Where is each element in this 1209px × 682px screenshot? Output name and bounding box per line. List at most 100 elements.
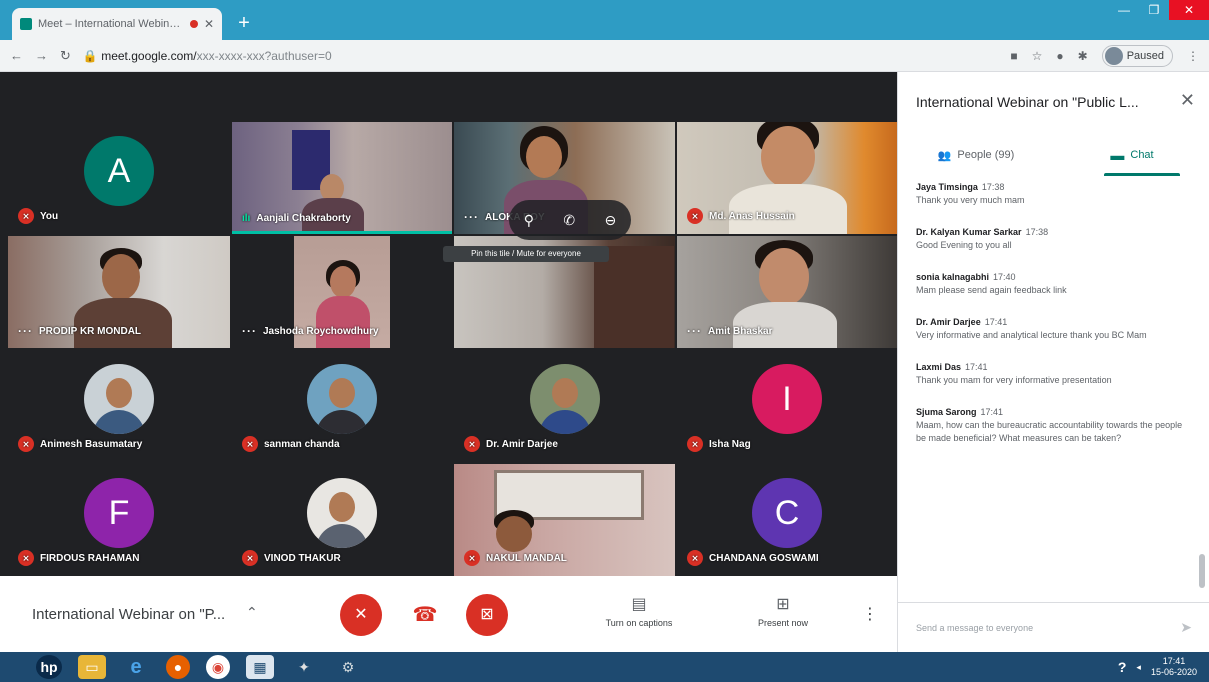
participant-tile[interactable]: F ⨯ FIRDOUS RAHAMAN	[8, 464, 230, 576]
speaking-icon: ılı	[242, 213, 251, 224]
internet-explorer-icon[interactable]: e	[122, 655, 150, 679]
participant-tile[interactable]: ⨯ Animesh Basumatary	[8, 350, 230, 462]
name-tag: ⨯ NAKUL MANDAL	[464, 550, 567, 566]
reload-icon[interactable]: ↻	[60, 48, 71, 64]
name-tag: ⨯ sanman chanda	[242, 436, 340, 452]
name-tag: ⨯ VINOD THAKUR	[242, 550, 341, 566]
chat-scrollbar[interactable]	[1199, 554, 1205, 588]
participant-tile[interactable]: ⨯ sanman chanda	[232, 350, 452, 462]
participant-face	[330, 266, 356, 298]
toolbar: ← → ↻ 🔒 meet.google.com/xxx-xxxx-xxx?aut…	[0, 40, 1209, 72]
participant-tile[interactable]: ⨯ Md. Anas Hussain	[677, 122, 897, 234]
mic-off-icon: ⨯	[687, 550, 703, 566]
calculator-icon[interactable]: ▦	[246, 655, 274, 679]
send-icon[interactable]: ➤	[1180, 619, 1192, 636]
participant-tile[interactable]: ··· Amit Bhaskar	[677, 236, 897, 348]
mic-off-button[interactable]: ✕	[340, 594, 382, 636]
window-controls: — ❐ ✕	[1109, 0, 1209, 22]
camera-off-button[interactable]: ⊠	[466, 594, 508, 636]
participant-tile[interactable]: ··· PRODIP KR MONDAL	[8, 236, 230, 348]
camera-icon[interactable]: ■	[1010, 49, 1017, 63]
volume-icon[interactable]: ◂	[1136, 662, 1141, 673]
name-tag: ⨯ Isha Nag	[687, 436, 751, 452]
chat-messages: Jaya Timsinga 17:38 Thank you very much ma…	[898, 182, 1209, 602]
participant-face	[526, 136, 562, 178]
captions-label: Turn on captions	[605, 618, 673, 628]
participant-tile[interactable]: ··· Jashoda Roychowdhury	[232, 236, 452, 348]
chat-message: Dr. Amir Darjee 17:41 Very informative and…	[916, 317, 1192, 342]
puzzle-icon[interactable]: ✱	[1078, 49, 1088, 63]
active-speaker-bar	[232, 231, 452, 234]
window-close-icon[interactable]: ✕	[1169, 0, 1209, 20]
close-panel-icon[interactable]: ✕	[1180, 90, 1195, 111]
clock[interactable]: 17:41 15-06-2020	[1151, 656, 1197, 678]
participant-face	[102, 254, 140, 300]
participant-name: You	[40, 210, 59, 222]
chrome-icon[interactable]: ◉	[206, 655, 230, 679]
star-icon[interactable]: ☆	[1032, 49, 1043, 63]
chat-compose[interactable]: Send a message to everyone ➤	[898, 602, 1209, 652]
new-tab-icon[interactable]: +	[232, 12, 256, 36]
participant-tile[interactable]: ⨯ Dr. Amir Darjee	[454, 350, 675, 462]
mic-off-icon: ⨯	[687, 208, 703, 224]
maximize-icon[interactable]: ❐	[1139, 0, 1169, 20]
pin-icon[interactable]: ⚲	[524, 212, 534, 229]
captions-button[interactable]: ▤ Turn on captions	[584, 594, 694, 628]
chat-message: Jaya Timsinga 17:38 Thank you very much ma…	[916, 182, 1192, 207]
more-dots-icon: ···	[18, 324, 33, 338]
address-bar[interactable]: 🔒 meet.google.com/xxx-xxxx-xxx?authuser=…	[83, 49, 503, 63]
file-explorer-icon[interactable]: ▭	[78, 655, 106, 679]
browser-tab[interactable]: Meet – International Webin… ✕	[12, 8, 222, 40]
remove-icon[interactable]: ⊖	[605, 212, 617, 229]
back-icon[interactable]: ←	[10, 48, 23, 63]
name-tag: ⨯ Md. Anas Hussain	[687, 208, 795, 224]
taskbar: hp ▭ e ● ◉ ▦ ✦ ⚙ ? ◂ 17:41 15-06-2020	[0, 652, 1209, 682]
chat-message: sonia kalnagabhi 17:40 Mam please send aga…	[916, 272, 1192, 297]
more-options-icon[interactable]: ⋮	[862, 604, 878, 624]
tile-tooltip: Pin this tile / Mute for everyone	[443, 246, 609, 262]
present-now-button[interactable]: ⊞ Present now	[728, 594, 838, 628]
photo-avatar	[84, 364, 154, 434]
people-tab-label: People (99)	[957, 149, 1015, 161]
hp-logo-icon[interactable]: hp	[36, 655, 62, 679]
message-text: Very informative and analytical lecture …	[916, 330, 1147, 340]
participant-tile[interactable]: ⨯ NAKUL MANDAL	[454, 464, 675, 576]
participant-tile[interactable]: A ⨯ You	[8, 122, 230, 234]
name-tag: ⨯ You	[18, 208, 58, 224]
chevron-up-icon[interactable]: ⌃	[246, 604, 258, 621]
participant-tile[interactable]: ılı Aanjali Chakraborty	[232, 122, 452, 234]
tab-chat[interactable]: ▬ Chat	[1054, 134, 1209, 176]
mic-off-icon: ⨯	[18, 550, 34, 566]
name-tag: ⨯ Dr. Amir Darjee	[464, 436, 558, 452]
participant-name: Aanjali Chakraborty	[256, 213, 351, 224]
firefox-icon[interactable]: ●	[166, 655, 190, 679]
participant-name: NAKUL MANDAL	[486, 552, 567, 564]
meeting-details-title[interactable]: International Webinar on "P...	[32, 606, 225, 623]
photo-avatar	[529, 364, 600, 434]
forward-icon[interactable]: →	[35, 48, 48, 63]
participant-tile[interactable]: I ⨯ Isha Nag	[677, 350, 897, 462]
chat-tab-label: Chat	[1130, 149, 1154, 161]
mic-off-icon: ⨯	[242, 436, 258, 452]
message-text: Mam please send again feedback link	[916, 285, 1067, 295]
menu-icon[interactable]: ⋮	[1187, 49, 1199, 63]
media-icon[interactable]: ✦	[290, 655, 318, 679]
leave-call-button[interactable]: ☎	[404, 594, 446, 636]
meet-favicon-icon	[20, 18, 32, 30]
tab-people[interactable]: 👥 People (99)	[898, 134, 1054, 176]
extension-icon[interactable]: ●	[1056, 49, 1063, 63]
minimize-icon[interactable]: —	[1109, 0, 1139, 20]
participant-tile[interactable]: ⨯ VINOD THAKUR	[232, 464, 452, 576]
people-icon: 👥	[937, 149, 952, 162]
chat-input[interactable]: Send a message to everyone	[916, 623, 1033, 633]
close-tab-icon[interactable]: ✕	[204, 17, 214, 31]
name-tag: ··· Amit Bhaskar	[687, 324, 772, 338]
timestamp: 17:40	[993, 272, 1016, 282]
letter-avatar: I	[752, 364, 822, 434]
network-tool-icon[interactable]: ⚙	[334, 655, 362, 679]
mute-icon[interactable]: ✆	[563, 212, 575, 229]
help-icon[interactable]: ?	[1118, 659, 1127, 675]
participant-tile[interactable]: C ⨯ CHANDANA GOSWAMI	[677, 464, 897, 576]
participant-name: FIRDOUS RAHAMAN	[40, 552, 140, 564]
profile-button[interactable]: Paused	[1101, 44, 1173, 67]
